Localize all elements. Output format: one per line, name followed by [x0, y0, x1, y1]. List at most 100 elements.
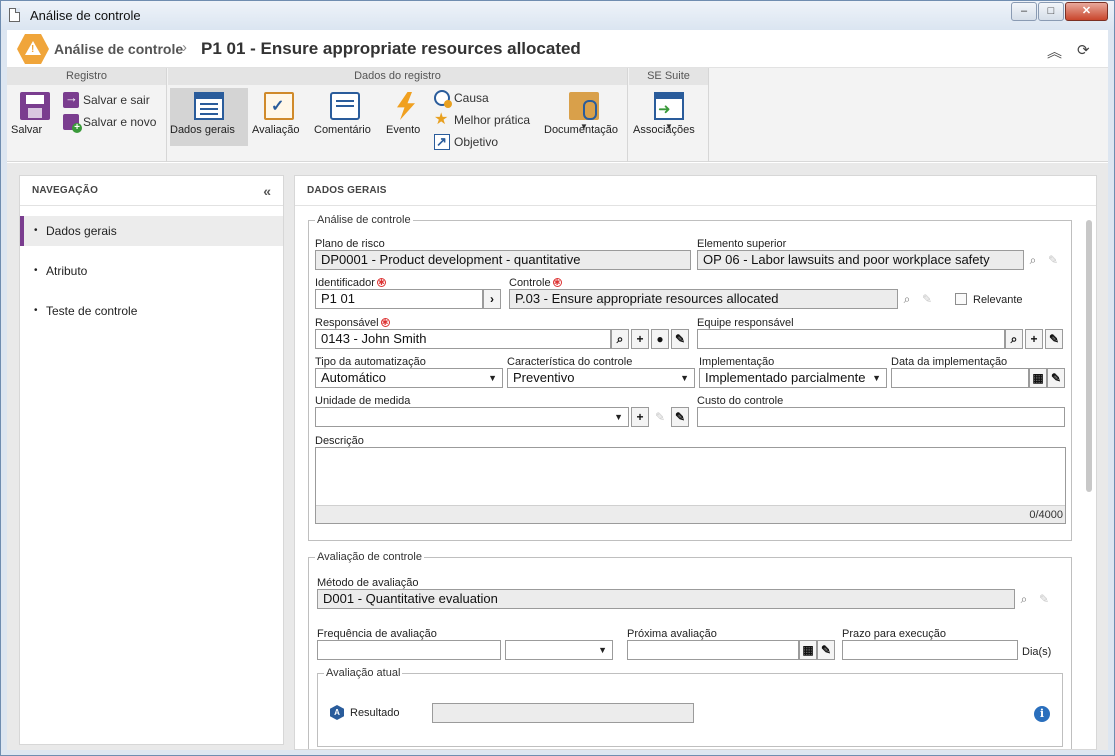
section-title: DADOS GERAIS — [295, 176, 1096, 206]
responsible-field[interactable]: 0143 - John Smith — [315, 329, 611, 349]
identifier-field[interactable]: P1 01 — [315, 289, 483, 309]
title-bar: Análise de controle – □ ✕ — [1, 1, 1114, 30]
clear-icon[interactable]: ✎ — [671, 329, 689, 349]
unit-label: Unidade de medida — [315, 395, 411, 407]
nav-item-atributo[interactable]: Atributo — [20, 256, 283, 286]
nav-item-dados-gerais[interactable]: Dados gerais — [20, 216, 283, 246]
collapse-left-icon[interactable]: « — [263, 183, 271, 199]
breadcrumb-separator-icon: › — [182, 39, 187, 56]
parent-element-field: OP 06 - Labor lawsuits and poor workplac… — [697, 250, 1024, 270]
close-button[interactable]: ✕ — [1065, 2, 1108, 21]
collapse-up-icon[interactable]: ︽ — [1047, 41, 1062, 62]
evaluation-button[interactable]: Avaliação — [252, 88, 306, 146]
general-data-button[interactable]: Dados gerais — [170, 88, 248, 146]
risk-plan-label: Plano de risco — [315, 238, 385, 250]
ribbon-group-dados: Dados do registro Dados gerais Avaliação… — [168, 68, 628, 162]
evaluation-legend: Avaliação de controle — [317, 551, 422, 563]
maximize-button[interactable]: □ — [1038, 2, 1064, 21]
main-panel: DADOS GERAIS Análise de controle Plano d… — [294, 175, 1097, 750]
best-practice-button[interactable]: ★ Melhor prática — [434, 110, 530, 130]
characteristic-select[interactable]: Preventivo — [507, 368, 695, 388]
client-area: Análise de controle › P1 01 - Ensure app… — [7, 30, 1108, 750]
nav-item-teste-de-controle[interactable]: Teste de controle — [20, 296, 283, 326]
implementation-select[interactable]: Implementado parcialmente — [699, 368, 887, 388]
chart-icon — [434, 134, 450, 150]
unit-select[interactable] — [315, 407, 629, 427]
deadline-field[interactable] — [842, 640, 1018, 660]
clear-icon[interactable]: ✎ — [671, 407, 689, 427]
parent-element-label: Elemento superior — [697, 238, 787, 250]
risk-plan-field: DP0001 - Product development - quantitat… — [315, 250, 691, 270]
add-icon[interactable]: + — [631, 329, 649, 349]
result-label: Resultado — [350, 707, 400, 719]
identifier-label: Identificador ✱ — [315, 277, 386, 289]
ribbon-toolbar: Registro Salvar Salvar e sair Salvar e n… — [7, 68, 1108, 162]
deadline-unit: Dia(s) — [1022, 646, 1052, 658]
document-icon — [9, 8, 20, 22]
lightning-icon — [397, 92, 415, 120]
evaluation-icon — [264, 92, 294, 120]
comment-icon — [330, 92, 360, 120]
application-window: Análise de controle – □ ✕ Análise de con… — [0, 0, 1115, 756]
clear-icon[interactable]: ✎ — [1045, 329, 1063, 349]
ribbon-group-title: Dados do registro — [168, 68, 627, 85]
calendar-icon[interactable]: ▦ — [1029, 368, 1047, 388]
minimize-button[interactable]: – — [1011, 2, 1037, 21]
documentation-button[interactable]: Documentação ▼ — [544, 88, 624, 146]
folder-attachment-icon — [569, 92, 599, 120]
save-button[interactable]: Salvar — [11, 88, 59, 146]
page-title: P1 01 - Ensure appropriate resources all… — [201, 39, 581, 58]
description-textarea[interactable]: 0/4000 — [315, 447, 1066, 524]
description-counter-bar — [316, 505, 1065, 523]
event-button[interactable]: Evento — [386, 88, 426, 146]
user-icon[interactable]: ● — [651, 329, 669, 349]
vertical-scrollbar[interactable] — [1086, 220, 1092, 492]
breadcrumb[interactable]: Análise de controle — [54, 41, 183, 57]
team-field[interactable] — [697, 329, 1005, 349]
search-icon[interactable]: ⌕ — [898, 289, 916, 309]
team-label: Equipe responsável — [697, 317, 794, 329]
required-icon: ✱ — [376, 278, 386, 287]
clear-icon[interactable]: ✎ — [817, 640, 835, 660]
automation-select[interactable]: Automático — [315, 368, 503, 388]
frequency-field[interactable] — [317, 640, 501, 660]
search-icon[interactable]: ⌕ — [1024, 250, 1042, 270]
associations-button[interactable]: Associações ▼ — [633, 88, 705, 146]
chevron-right-icon[interactable]: › — [483, 289, 501, 309]
relevant-checkbox[interactable] — [955, 293, 967, 305]
characteristic-label: Característica do controle — [507, 356, 633, 368]
info-icon[interactable]: i — [1034, 706, 1050, 722]
search-icon[interactable]: ⌕ — [1015, 589, 1033, 609]
objective-button[interactable]: Objetivo — [434, 132, 498, 152]
description-label: Descrição — [315, 435, 364, 447]
next-evaluation-field[interactable] — [627, 640, 799, 660]
control-label: Controle ✱ — [509, 277, 562, 289]
current-evaluation-legend: Avaliação atual — [326, 667, 401, 679]
automation-label: Tipo da automatização — [315, 356, 426, 368]
cost-field[interactable] — [697, 407, 1065, 427]
relevant-label: Relevante — [973, 294, 1023, 306]
navigation-title: NAVEGAÇÃO — [20, 176, 283, 206]
required-icon: ✱ — [552, 278, 562, 287]
refresh-icon[interactable]: ⟳ — [1077, 41, 1090, 59]
calendar-icon[interactable]: ▦ — [799, 640, 817, 660]
page-header: Análise de controle › P1 01 - Ensure app… — [7, 30, 1108, 68]
save-and-new-button[interactable]: Salvar e novo — [63, 112, 156, 133]
save-and-exit-button[interactable]: Salvar e sair — [63, 90, 150, 110]
add-icon[interactable]: + — [631, 407, 649, 427]
cause-button[interactable]: Causa — [434, 88, 489, 108]
ribbon-group-registro: Registro Salvar Salvar e sair Salvar e n… — [7, 68, 167, 162]
method-field: D001 - Quantitative evaluation — [317, 589, 1015, 609]
clear-icon[interactable]: ✎ — [1047, 368, 1065, 388]
frequency-unit-select[interactable] — [505, 640, 613, 660]
search-icon[interactable]: ⌕ — [1005, 329, 1023, 349]
add-icon[interactable]: + — [1025, 329, 1043, 349]
search-icon[interactable]: ⌕ — [611, 329, 629, 349]
ribbon-group-title: SE Suite — [629, 68, 708, 85]
comment-button[interactable]: Comentário — [314, 88, 376, 146]
next-evaluation-label: Próxima avaliação — [627, 628, 717, 640]
impl-date-label: Data da implementação — [891, 356, 1008, 368]
cause-icon — [434, 90, 452, 108]
impl-date-field[interactable] — [891, 368, 1029, 388]
clear-icon: ✎ — [1047, 253, 1059, 267]
